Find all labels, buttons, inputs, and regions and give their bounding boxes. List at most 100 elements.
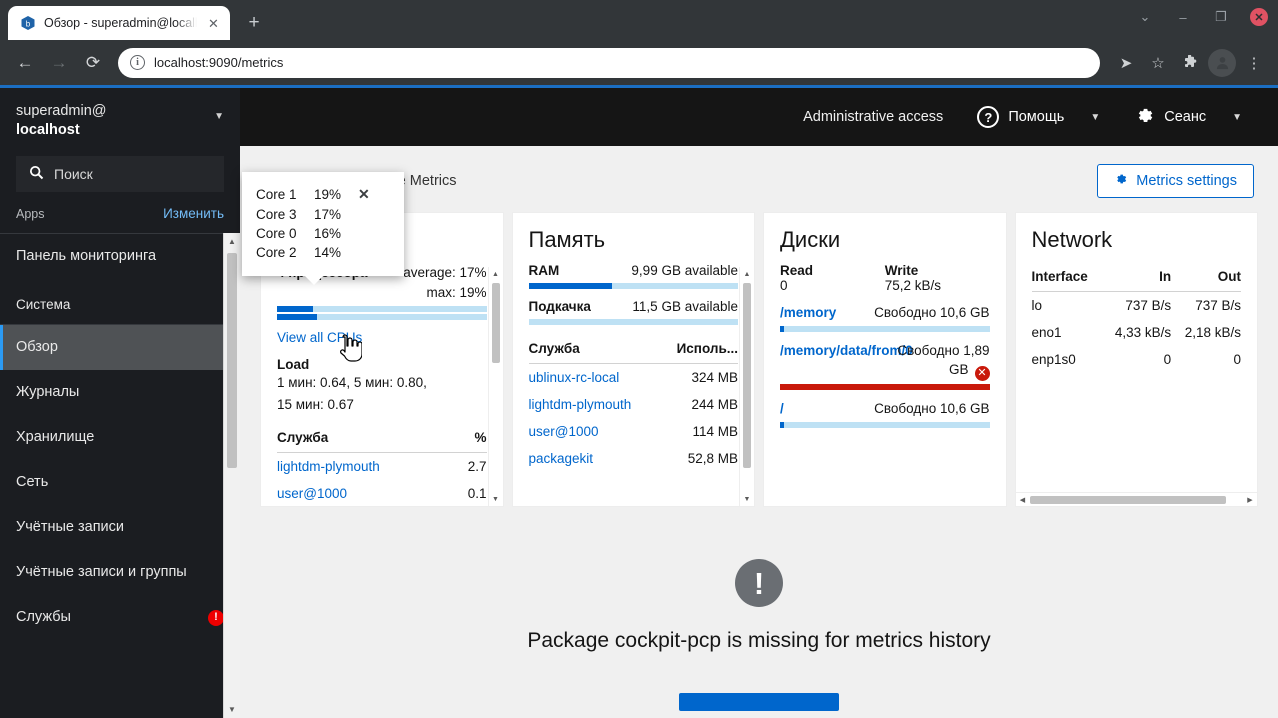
session-menu[interactable]: Сеанс ▼ xyxy=(1126,99,1250,136)
address-bar[interactable]: i localhost:9090/metrics xyxy=(118,47,1100,78)
disk-write-label: Write xyxy=(884,263,919,278)
send-icon[interactable]: ➤ xyxy=(1112,49,1140,77)
cpu-service-name[interactable]: user@1000 xyxy=(277,480,454,506)
cpu-service-value: 0.1 xyxy=(467,486,487,502)
memory-service-name[interactable]: ublinux-rc-local xyxy=(529,364,660,392)
scrollbar-thumb[interactable] xyxy=(743,283,751,468)
sidebar-item-label: Обзор xyxy=(16,339,58,356)
install-package-button[interactable] xyxy=(679,693,839,711)
chevron-down-icon[interactable]: ⌄ xyxy=(1126,0,1164,34)
column-header-in: In xyxy=(1101,263,1172,292)
memory-service-value: 244 MB xyxy=(691,397,738,412)
chevron-down-icon: ▼ xyxy=(214,111,224,122)
table-header-row: Interface In Out xyxy=(1031,263,1241,292)
column-header-out: Out xyxy=(1171,263,1241,292)
cockpit-app: superadmin@ localhost ▼ Поиск Apps Измен… xyxy=(0,88,1278,718)
memory-service-name[interactable]: packagekit xyxy=(529,445,660,472)
core-value: 19% xyxy=(314,187,342,202)
cpu-average: average: 17% xyxy=(403,265,487,280)
disk-mount-link[interactable]: / xyxy=(780,400,784,419)
profile-avatar-icon[interactable] xyxy=(1208,48,1236,77)
sidebar-item-label: Панель мониторинга xyxy=(16,248,157,265)
sidebar-item-dashboard[interactable]: Панель мониторинга xyxy=(0,234,240,279)
memory-service-name[interactable]: lightdm-plymouth xyxy=(529,391,660,418)
session-label: Сеанс xyxy=(1164,109,1207,125)
cpu-service-name[interactable]: lightdm-plymouth xyxy=(277,453,454,481)
browser-tab[interactable]: b Обзор - superadmin@localho ✕ xyxy=(8,6,230,40)
apps-section-header: Apps Изменить xyxy=(0,192,240,235)
cpu-services-table: Служба % lightdm-plymouth 2.7 user@1000 … xyxy=(277,424,487,506)
sidebar-item-storage[interactable]: Хранилище xyxy=(0,415,240,460)
memory-services-table: Служба Исполь... ublinux-rc-local 324 MB… xyxy=(528,335,739,472)
cockpit-logo-icon: b xyxy=(20,15,36,31)
scroll-down-icon[interactable]: ▼ xyxy=(224,701,240,718)
disk-mount-link[interactable]: /memory/data/from/0 xyxy=(780,342,913,361)
empty-state: ! Package cockpit-pcp is missing for met… xyxy=(240,559,1278,711)
scroll-left-icon[interactable]: ◀ xyxy=(1016,496,1030,504)
browser-tab-title: Обзор - superadmin@localho xyxy=(44,16,197,30)
disks-card: Диски Read 0 Write 75,2 kB/s /memory Сво… xyxy=(763,212,1007,507)
view-all-cpus-link[interactable]: View all CPUs xyxy=(277,330,487,345)
popover-row: Core 3 17% xyxy=(256,205,390,224)
network-card-title: Network xyxy=(1031,227,1113,252)
back-button[interactable]: ← xyxy=(10,48,40,78)
sidebar-item-label: Хранилище xyxy=(16,429,95,446)
help-menu[interactable]: ? Помощь ▼ xyxy=(969,100,1108,134)
search-input[interactable]: Поиск xyxy=(16,156,224,193)
metrics-settings-button[interactable]: Metrics settings xyxy=(1097,164,1254,198)
load-title: Load xyxy=(277,356,310,372)
reload-button[interactable]: ⟳ xyxy=(78,48,108,78)
table-row: ublinux-rc-local 324 MB xyxy=(529,364,739,392)
disk-row: /memory/data/from/0 Свободно 1,89 GB ✕ xyxy=(780,342,990,390)
extensions-icon[interactable] xyxy=(1176,49,1204,77)
popover-row: Core 2 14% xyxy=(256,243,390,262)
ram-label: RAM xyxy=(528,263,560,278)
sidebar-item-services[interactable]: Службы ! xyxy=(0,595,240,640)
core-value: 17% xyxy=(314,207,342,222)
site-info-icon[interactable]: i xyxy=(130,55,145,70)
apps-edit-link[interactable]: Изменить xyxy=(163,206,224,221)
browser-menu-icon[interactable]: ⋮ xyxy=(1240,49,1268,77)
sidebar-item-label: Журналы xyxy=(16,384,80,401)
sidebar-item-label: Сеть xyxy=(16,474,49,491)
scrollbar-thumb[interactable] xyxy=(227,253,237,468)
window-close-button[interactable]: ✕ xyxy=(1240,0,1278,34)
core-label: Core 3 xyxy=(256,207,297,222)
sidebar-item-accounts[interactable]: Учётные записи xyxy=(0,505,240,550)
scrollbar-thumb[interactable] xyxy=(1029,495,1226,504)
scroll-up-icon[interactable]: ▲ xyxy=(224,233,240,250)
minimize-button[interactable]: – xyxy=(1164,0,1202,34)
memory-card-scrollbar[interactable]: ▲ ▼ xyxy=(739,267,754,506)
sidebar-item-overview[interactable]: Обзор xyxy=(0,325,240,371)
host-switcher[interactable]: superadmin@ localhost ▼ xyxy=(0,88,240,150)
error-icon: ✕ xyxy=(974,365,990,381)
bookmark-icon[interactable]: ☆ xyxy=(1144,49,1172,77)
network-card-hscrollbar[interactable]: ◀ ▶ xyxy=(1015,492,1257,506)
scroll-up-icon[interactable]: ▲ xyxy=(740,267,754,281)
scroll-up-icon[interactable]: ▲ xyxy=(489,267,503,281)
disk-mount-link[interactable]: /memory xyxy=(780,304,836,323)
disk-read-value: 0 xyxy=(780,278,788,293)
scroll-right-icon[interactable]: ▶ xyxy=(1243,496,1257,504)
sidebar-scrollbar[interactable]: ▲ ▼ xyxy=(223,233,240,718)
memory-service-name[interactable]: user@1000 xyxy=(529,418,660,445)
scrollbar-thumb[interactable] xyxy=(491,283,500,363)
window-controls: ⌄ – ❐ ✕ xyxy=(1126,0,1278,34)
sidebar-item-accounts-groups[interactable]: Учётные записи и группы xyxy=(0,550,240,595)
sidebar-item-logs[interactable]: Журналы xyxy=(0,370,240,415)
forward-button[interactable]: → xyxy=(44,48,74,78)
column-header-usage: Исполь... xyxy=(659,335,738,364)
maximize-button[interactable]: ❐ xyxy=(1202,0,1240,34)
cpu-card-scrollbar[interactable]: ▲ ▼ xyxy=(487,267,503,506)
scroll-down-icon[interactable]: ▼ xyxy=(740,492,754,506)
sidebar-item-networking[interactable]: Сеть xyxy=(0,460,240,505)
close-icon[interactable]: ✕ xyxy=(358,186,370,203)
administrative-access-button[interactable]: Administrative access xyxy=(803,109,943,125)
close-icon[interactable]: ✕ xyxy=(205,15,222,32)
memory-card: Память RAM 9,99 GB available Подкачка 11… xyxy=(511,212,755,507)
disk-free-value: Свободно 1,89 GB ✕ xyxy=(886,342,990,381)
chevron-down-icon: ▼ xyxy=(1090,111,1101,123)
ram-bar xyxy=(528,283,738,289)
scroll-down-icon[interactable]: ▼ xyxy=(489,492,503,506)
new-tab-button[interactable]: + xyxy=(240,9,268,37)
